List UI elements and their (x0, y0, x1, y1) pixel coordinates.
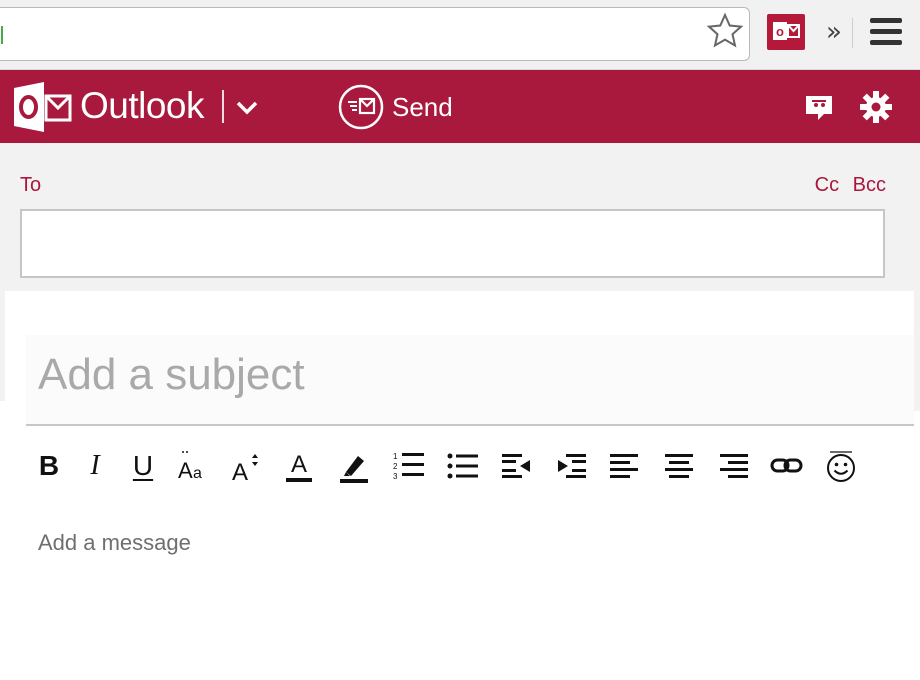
increase-indent-icon (558, 454, 586, 478)
align-right-button[interactable] (716, 446, 750, 486)
align-left-button[interactable] (608, 446, 642, 486)
toolbar-divider (852, 18, 853, 48)
increase-indent-button[interactable] (554, 446, 588, 486)
underline-button[interactable]: U (128, 446, 158, 486)
star-icon[interactable] (705, 11, 745, 51)
align-center-icon (665, 454, 693, 478)
numbered-list-icon: 1 2 3 (393, 452, 424, 481)
outlook-extension-icon[interactable]: o (767, 14, 805, 50)
gear-icon[interactable] (859, 90, 893, 124)
app-title: Outlook (80, 85, 205, 126)
numbered-list-button[interactable]: 1 2 3 (392, 446, 426, 486)
hamburger-menu-icon[interactable] (870, 18, 902, 48)
emoticons-button[interactable] (824, 446, 858, 486)
outlook-logo-icon[interactable] (14, 80, 72, 134)
svg-text:A: A (291, 451, 307, 478)
panel-edge-left (0, 291, 5, 401)
font-size-icon: A (232, 454, 258, 484)
address-bar[interactable] (0, 7, 750, 61)
insert-link-button[interactable] (770, 446, 804, 486)
svg-text:1: 1 (393, 452, 398, 461)
link-icon (770, 458, 803, 473)
address-bar-secure-indicator (1, 26, 3, 44)
smiley-icon (827, 451, 855, 482)
feedback-icon[interactable] (804, 92, 834, 122)
font-face-icon: A a (178, 451, 202, 483)
svg-text:a: a (193, 465, 202, 482)
highlight-icon (340, 456, 368, 483)
message-body[interactable] (38, 530, 898, 670)
extensions-overflow-icon[interactable]: » (826, 16, 842, 48)
align-left-icon (610, 454, 638, 478)
subject-divider (26, 424, 914, 426)
font-face-button[interactable]: A a (176, 446, 210, 486)
subject-input[interactable] (38, 343, 898, 407)
decrease-indent-icon (502, 454, 530, 478)
italic-button[interactable]: I (84, 446, 106, 486)
title-divider (222, 90, 224, 123)
font-size-button[interactable]: A (230, 446, 264, 486)
formatting-toolbar: B I U A a A A 1 2 3 (26, 440, 886, 496)
svg-text:o: o (776, 24, 784, 39)
highlight-button[interactable] (338, 446, 370, 486)
svg-text:2: 2 (393, 462, 398, 471)
cc-bcc-links: Cc Bcc (807, 174, 886, 197)
send-button[interactable]: Send (338, 84, 468, 130)
bulleted-list-button[interactable] (446, 446, 480, 486)
chevron-down-icon[interactable] (233, 94, 261, 122)
to-label[interactable]: To (20, 174, 41, 197)
bcc-link[interactable]: Bcc (853, 174, 886, 196)
browser-toolbar: o » (0, 0, 920, 70)
align-right-icon (720, 454, 748, 478)
svg-text:3: 3 (393, 472, 398, 481)
cc-link[interactable]: Cc (815, 174, 839, 196)
send-icon (338, 84, 384, 130)
panel-edge-right (914, 291, 920, 411)
recipients-panel: To Cc Bcc (0, 143, 920, 291)
decrease-indent-button[interactable] (500, 446, 534, 486)
align-center-button[interactable] (662, 446, 696, 486)
subject-area (26, 335, 914, 425)
outlook-header: Outlook Send (0, 70, 920, 143)
bulleted-list-icon (447, 453, 478, 479)
to-field[interactable] (20, 209, 885, 278)
bold-button[interactable]: B (36, 446, 62, 486)
svg-text:A: A (178, 458, 193, 483)
font-color-button[interactable]: A (284, 446, 314, 486)
send-label: Send (392, 92, 453, 122)
svg-text:A: A (232, 459, 248, 484)
font-color-icon: A (286, 451, 312, 482)
